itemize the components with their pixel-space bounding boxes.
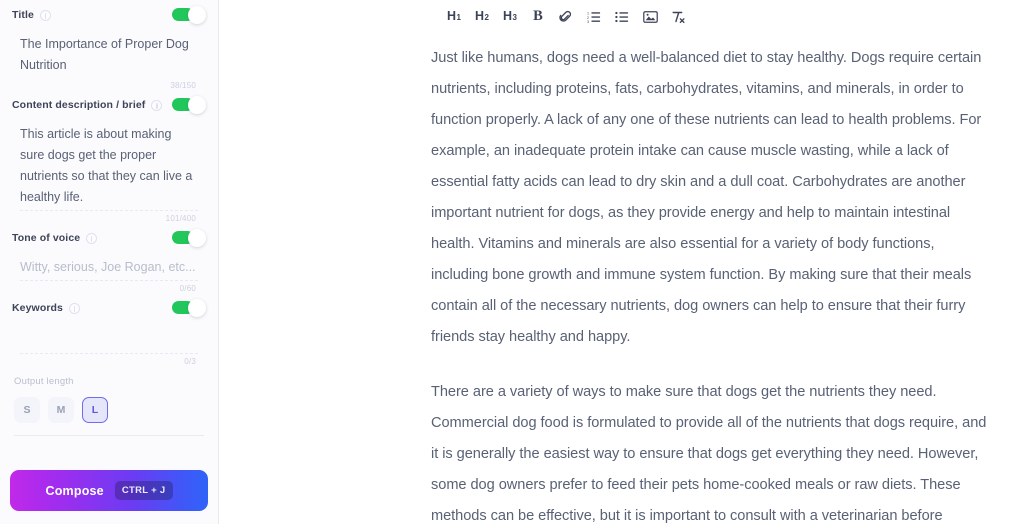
image-icon[interactable]: [637, 5, 663, 29]
output-length-option-m[interactable]: M: [48, 397, 74, 423]
sidebar-divider: [14, 435, 204, 436]
editor-toolbar: H1 H2 H3 B 1 2 3: [219, 0, 1024, 33]
field-content-description-toggle[interactable]: [172, 96, 206, 114]
tone-of-voice-input[interactable]: Witty, serious, Joe Rogan, etc...: [10, 253, 208, 280]
compose-button-container: Compose CTRL + J: [0, 460, 218, 524]
heading-2-letter: H: [475, 9, 485, 24]
output-length-section: Output length S M L: [0, 366, 218, 436]
field-title-toggle[interactable]: [172, 6, 206, 24]
ordered-list-icon[interactable]: 1 2 3: [581, 5, 607, 29]
svg-text:3: 3: [587, 19, 589, 23]
heading-1-letter: H: [447, 9, 457, 24]
field-tone-of-voice-toggle[interactable]: [172, 229, 206, 247]
compose-button[interactable]: Compose CTRL + J: [10, 470, 208, 511]
heading-1-sub: 1: [456, 13, 461, 23]
editor-paragraph[interactable]: Just like humans, dogs need a well-balan…: [431, 43, 987, 353]
content-description-input[interactable]: This article is about making sure dogs g…: [10, 120, 208, 210]
sidebar-fields: Title The Importance of Proper Dog Nutri…: [0, 0, 218, 436]
title-char-count: 38/150: [170, 81, 196, 90]
compose-shortcut-badge: CTRL + J: [114, 481, 173, 500]
field-title-header: Title: [10, 0, 208, 30]
heading-3-letter: H: [503, 9, 513, 24]
content-description-char-count: 101/400: [165, 214, 196, 223]
output-length-option-s[interactable]: S: [14, 397, 40, 423]
toggle-knob: [188, 96, 206, 114]
link-icon[interactable]: [553, 5, 579, 29]
field-tone-of-voice-header: Tone of voice: [10, 223, 208, 253]
toggle-knob: [188, 6, 206, 24]
heading-1-icon[interactable]: H1: [441, 5, 467, 29]
field-keywords-label: Keywords: [12, 302, 63, 314]
field-tone-of-voice-label: Tone of voice: [12, 232, 81, 244]
field-content-description-label: Content description / brief: [12, 99, 146, 111]
heading-3-sub: 3: [512, 13, 517, 23]
compose-sidebar: Title The Importance of Proper Dog Nutri…: [0, 0, 219, 524]
app-root: Title The Importance of Proper Dog Nutri…: [0, 0, 1024, 524]
keywords-input[interactable]: [10, 323, 208, 353]
editor-pane: H1 H2 H3 B 1 2 3 Just like humans, dogs …: [219, 0, 1024, 524]
field-content-description: Content description / brief This article…: [0, 90, 218, 223]
bold-icon[interactable]: B: [525, 5, 551, 29]
field-content-description-header: Content description / brief: [10, 90, 208, 120]
keywords-char-count: 0/3: [184, 357, 196, 366]
field-tone-of-voice: Tone of voice Witty, serious, Joe Rogan,…: [0, 223, 218, 293]
clear-formatting-icon[interactable]: [665, 5, 691, 29]
field-title-label: Title: [12, 9, 34, 21]
field-keywords: Keywords 0/3: [0, 293, 218, 366]
heading-2-icon[interactable]: H2: [469, 5, 495, 29]
info-circle-icon[interactable]: [86, 232, 98, 244]
heading-2-sub: 2: [484, 13, 489, 23]
toggle-knob: [188, 299, 206, 317]
field-title: Title The Importance of Proper Dog Nutri…: [0, 0, 218, 90]
info-circle-icon[interactable]: [39, 9, 51, 21]
output-length-label: Output length: [14, 376, 74, 387]
field-keywords-toggle[interactable]: [172, 299, 206, 317]
heading-3-icon[interactable]: H3: [497, 5, 523, 29]
editor-content[interactable]: Just like humans, dogs need a well-balan…: [219, 33, 1024, 524]
info-circle-icon[interactable]: [68, 302, 80, 314]
output-length-options: S M L: [14, 397, 204, 423]
bold-letter: B: [533, 8, 543, 25]
bulleted-list-icon[interactable]: [609, 5, 635, 29]
toggle-knob: [188, 229, 206, 247]
editor-paragraph[interactable]: There are a variety of ways to make sure…: [431, 377, 987, 524]
editor-document: Just like humans, dogs need a well-balan…: [431, 43, 987, 524]
field-keywords-header: Keywords: [10, 293, 208, 323]
tone-of-voice-char-count: 0/60: [179, 284, 196, 293]
title-input[interactable]: The Importance of Proper Dog Nutrition: [10, 30, 208, 78]
compose-button-label: Compose: [45, 483, 104, 498]
output-length-option-l[interactable]: L: [82, 397, 108, 423]
info-circle-icon[interactable]: [151, 99, 163, 111]
